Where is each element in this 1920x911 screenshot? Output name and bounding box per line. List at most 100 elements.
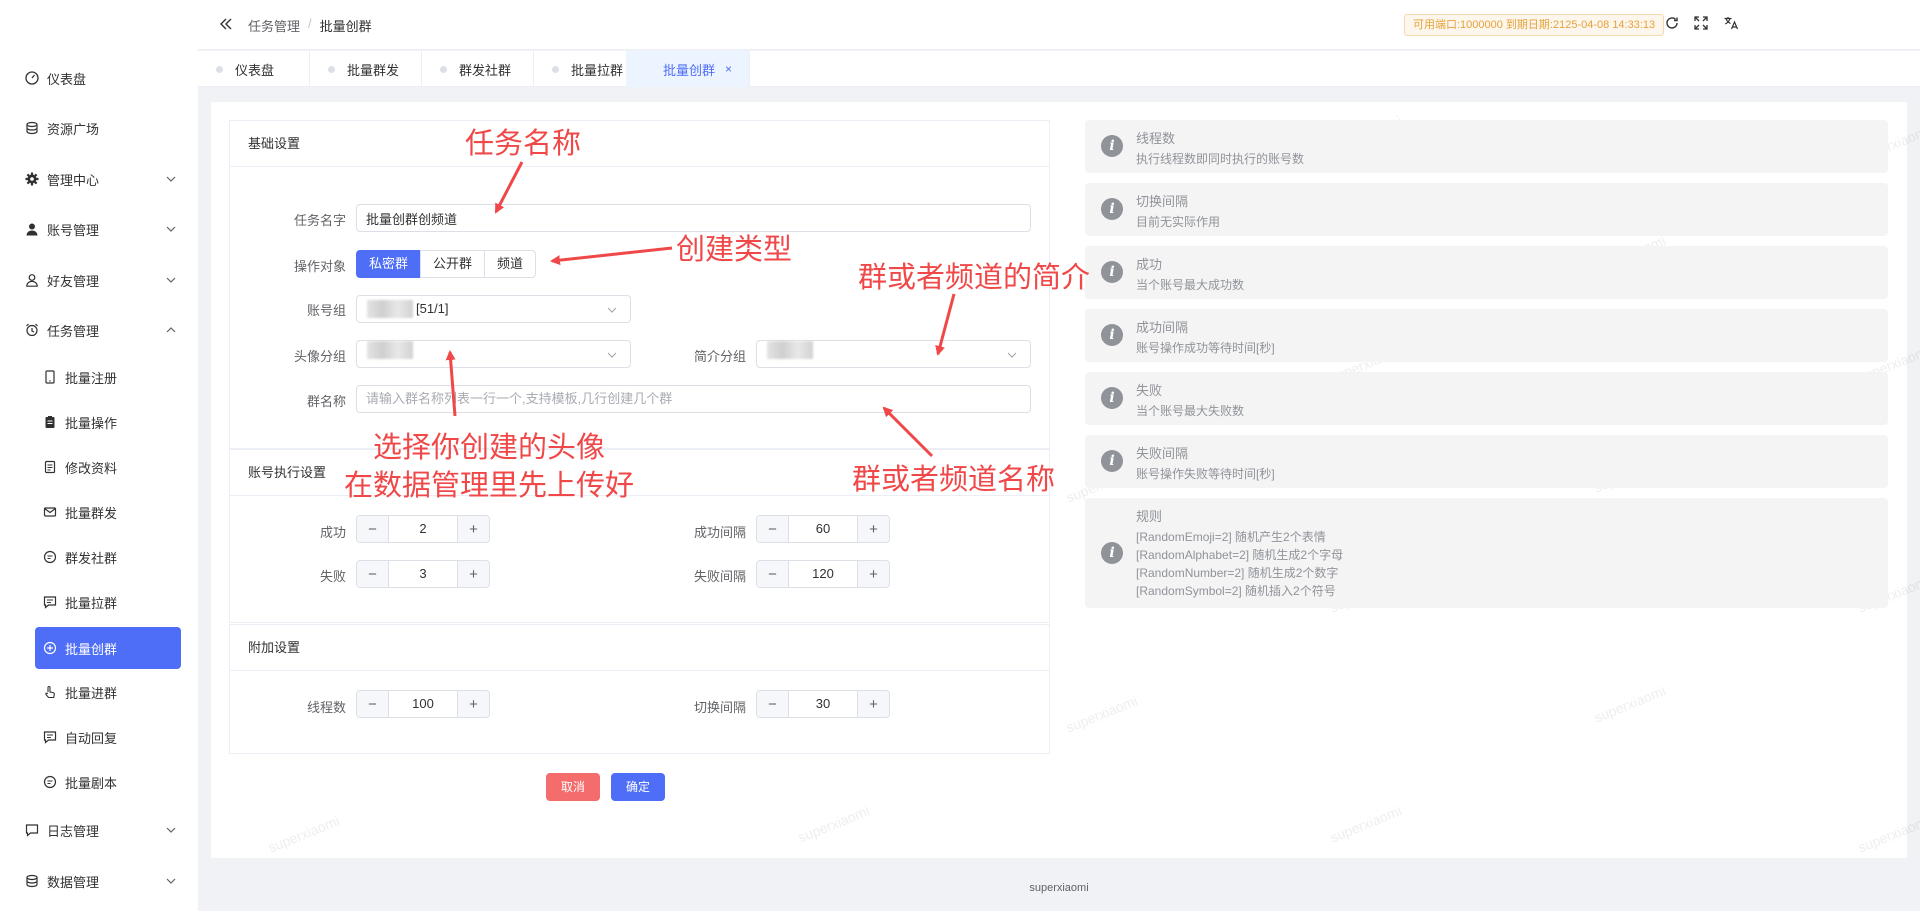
stepper-value[interactable]: 60 bbox=[789, 516, 857, 542]
group-name-label: 群名称 bbox=[306, 394, 346, 409]
tab-batch-message[interactable]: 批量群发 bbox=[310, 51, 422, 87]
success-interval-label: 成功间隔 bbox=[693, 525, 746, 540]
tab-group-broadcast[interactable]: 群发社群 bbox=[422, 51, 534, 87]
sidebar-item-batch-create[interactable]: 批量创群 bbox=[35, 627, 181, 669]
chevron-down-icon bbox=[166, 878, 176, 884]
decrement-button[interactable]: − bbox=[357, 691, 389, 717]
fail-interval-label: 失败间隔 bbox=[693, 569, 746, 584]
sidebar-item-tasks[interactable]: 任务管理 bbox=[24, 310, 180, 350]
decrement-button[interactable]: − bbox=[757, 561, 789, 587]
sidebar-item-label: 账号管理 bbox=[47, 222, 100, 238]
sidebar-item-accounts[interactable]: 账号管理 bbox=[24, 209, 180, 249]
increment-button[interactable]: + bbox=[457, 691, 489, 717]
sidebar-item-friends[interactable]: 好友管理 bbox=[24, 260, 180, 300]
chevron-down-icon bbox=[1007, 352, 1017, 358]
stepper-value[interactable]: 2 bbox=[389, 516, 457, 542]
sidebar-item-data[interactable]: 数据管理 bbox=[24, 861, 180, 901]
sidebar-item-label: 修改资料 bbox=[65, 460, 118, 476]
sidebar-item-label: 仪表盘 bbox=[47, 71, 87, 87]
group-name-textarea[interactable] bbox=[356, 385, 1031, 413]
info-panel-rules: i 规则 [RandomEmoji=2] 随机产生2个表情 [RandomAlp… bbox=[1085, 498, 1888, 608]
sidebar-item-logs[interactable]: 日志管理 bbox=[24, 810, 180, 850]
rule-line: [RandomSymbol=2] 随机插入2个符号 bbox=[1136, 584, 1336, 598]
stepper-value[interactable]: 30 bbox=[789, 691, 857, 717]
stepper-value[interactable]: 120 bbox=[789, 561, 857, 587]
message-square-icon bbox=[24, 822, 40, 838]
close-icon[interactable]: × bbox=[725, 62, 732, 76]
sidebar-item-label: 批量操作 bbox=[65, 415, 118, 431]
decrement-button[interactable]: − bbox=[757, 691, 789, 717]
stepper-value[interactable]: 3 bbox=[389, 561, 457, 587]
tab-dashboard[interactable]: 仪表盘 bbox=[198, 51, 310, 87]
clipboard-icon bbox=[42, 414, 58, 430]
target-option-public[interactable]: 公开群 bbox=[420, 250, 486, 278]
sidebar-item-group-broadcast[interactable]: 群发社群 bbox=[42, 537, 180, 577]
target-label: 操作对象 bbox=[293, 259, 346, 274]
info-icon: i bbox=[1101, 198, 1123, 220]
increment-button[interactable]: + bbox=[457, 561, 489, 587]
decrement-button[interactable]: − bbox=[757, 516, 789, 542]
decrement-button[interactable]: − bbox=[357, 561, 389, 587]
target-option-channel[interactable]: 频道 bbox=[484, 250, 537, 278]
increment-button[interactable]: + bbox=[857, 516, 889, 542]
avatar-group-select[interactable] bbox=[356, 340, 631, 368]
extra-settings-card: 附加设置 bbox=[229, 624, 1050, 754]
annotation-create-type: 创建类型 bbox=[676, 234, 793, 266]
target-option-private[interactable]: 私密群 bbox=[356, 250, 422, 278]
info-desc: 当个账号最大失败数 bbox=[1136, 404, 1245, 418]
breadcrumb: 任务管理 / 批量创群 bbox=[248, 16, 372, 35]
annotation-intro: 群或者频道的简介 bbox=[858, 262, 1091, 294]
decrement-button[interactable]: − bbox=[357, 516, 389, 542]
breadcrumb-parent[interactable]: 任务管理 bbox=[248, 16, 300, 35]
tab-label: 仪表盘 bbox=[235, 62, 275, 78]
tab-label: 批量创群 bbox=[663, 62, 716, 78]
sidebar-item-management[interactable]: 管理中心 bbox=[24, 159, 180, 199]
increment-button[interactable]: + bbox=[857, 691, 889, 717]
annotation-avatar-line1: 选择你创建的头像 bbox=[373, 432, 606, 464]
sidebar-item-resources[interactable]: 资源广场 bbox=[24, 108, 180, 148]
sidebar-item-batch-message[interactable]: 批量群发 bbox=[42, 492, 180, 532]
threads-label: 线程数 bbox=[306, 700, 346, 715]
chevron-down-icon bbox=[607, 307, 617, 313]
sidebar-item-batch-operate[interactable]: 批量操作 bbox=[42, 402, 180, 442]
sidebar-item-label: 批量群发 bbox=[65, 505, 118, 521]
account-group-value: [51/1] bbox=[416, 301, 449, 316]
intro-group-select[interactable] bbox=[756, 340, 1031, 368]
info-icon: i bbox=[1101, 542, 1123, 564]
gear-icon bbox=[24, 171, 40, 187]
tab-dot bbox=[440, 65, 447, 73]
info-icon: i bbox=[1101, 261, 1123, 283]
sidebar-item-batch-script[interactable]: 批量剧本 bbox=[42, 762, 180, 802]
switch-interval-stepper: − 30 + bbox=[756, 690, 890, 718]
sidebar-item-label: 批量注册 bbox=[65, 370, 118, 386]
expire-badge: 可用端口:1000000 到期日期:2125-04-08 14:33:13 bbox=[1404, 14, 1665, 36]
increment-button[interactable]: + bbox=[857, 561, 889, 587]
fail-stepper: − 3 + bbox=[356, 560, 490, 588]
collapse-sidebar-icon[interactable] bbox=[218, 16, 234, 32]
task-name-label: 任务名字 bbox=[293, 213, 346, 228]
refresh-icon[interactable] bbox=[1664, 15, 1680, 31]
increment-button[interactable]: + bbox=[457, 516, 489, 542]
sidebar-item-dashboard[interactable]: 仪表盘 bbox=[24, 58, 180, 98]
message-square-icon bbox=[42, 594, 58, 610]
tab-batch-create[interactable]: 批量创群 × bbox=[626, 51, 750, 87]
info-panel-success-interval: i 成功间隔 账号操作成功等待时间[秒] bbox=[1085, 309, 1888, 362]
sidebar-item-edit-profile[interactable]: 修改资料 bbox=[42, 447, 180, 487]
info-desc: [RandomEmoji=2] 随机产生2个表情 [RandomAlphabet… bbox=[1136, 528, 1343, 600]
account-group-select[interactable]: [51/1] bbox=[356, 295, 631, 323]
sidebar-item-batch-join[interactable]: 批量进群 bbox=[42, 672, 180, 712]
fullscreen-icon[interactable] bbox=[1693, 15, 1709, 31]
top-header: 任务管理 / 批量创群 可用端口:1000000 到期日期:2125-04-08… bbox=[198, 0, 1920, 50]
sidebar-item-batch-register[interactable]: 批量注册 bbox=[42, 357, 180, 397]
stepper-value[interactable]: 100 bbox=[389, 691, 457, 717]
sidebar-item-auto-reply[interactable]: 自动回复 bbox=[42, 717, 180, 757]
sidebar-item-label: 自动回复 bbox=[65, 730, 118, 746]
sidebar-item-batch-pull[interactable]: 批量拉群 bbox=[42, 582, 180, 622]
user-outline-icon bbox=[24, 272, 40, 288]
cancel-button[interactable]: 取消 bbox=[546, 773, 600, 801]
info-icon: i bbox=[1101, 387, 1123, 409]
confirm-button[interactable]: 确定 bbox=[611, 773, 665, 801]
translate-icon[interactable] bbox=[1723, 15, 1739, 31]
card-title: 基础设置 bbox=[230, 121, 1049, 167]
fail-interval-stepper: − 120 + bbox=[756, 560, 890, 588]
